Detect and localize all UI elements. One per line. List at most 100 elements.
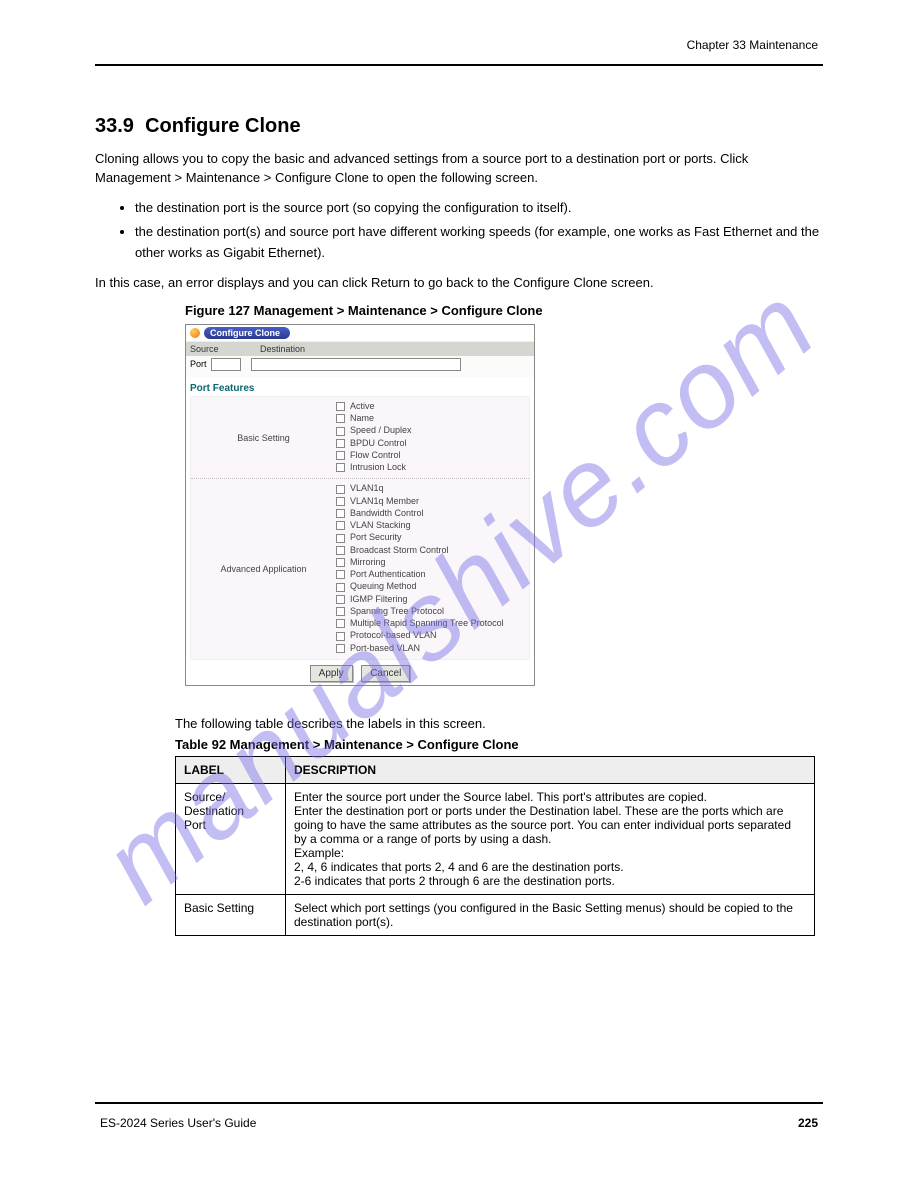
source-port-input[interactable] (211, 358, 241, 371)
port-features-heading: Port Features (186, 377, 534, 396)
checkbox-row: IGMP Filtering (336, 594, 529, 606)
checkbox-icon[interactable] (336, 485, 345, 494)
checkbox-icon[interactable] (336, 607, 345, 616)
checkbox-icon[interactable] (336, 534, 345, 543)
checkbox-row: Mirroring (336, 557, 529, 569)
orb-icon (190, 328, 200, 338)
checkbox-row: Protocol-based VLAN (336, 630, 529, 642)
checkbox-label: Intrusion Lock (350, 462, 406, 473)
checkbox-row: Multiple Rapid Spanning Tree Protocol (336, 618, 529, 630)
note-paragraph: In this case, an error displays and you … (95, 274, 823, 293)
checkbox-icon[interactable] (336, 570, 345, 579)
checkbox-row: Queuing Method (336, 581, 529, 593)
checkbox-row: Bandwidth Control (336, 508, 529, 520)
checkbox-label: Spanning Tree Protocol (350, 606, 444, 617)
td-label: Basic Setting (176, 894, 286, 935)
checkbox-icon[interactable] (336, 595, 345, 604)
checkbox-icon[interactable] (336, 546, 345, 555)
figure-title: Configure Clone (204, 327, 290, 339)
cancel-button[interactable]: Cancel (361, 665, 410, 682)
section-number: 33.9 (95, 115, 134, 137)
checkbox-label: Multiple Rapid Spanning Tree Protocol (350, 618, 504, 629)
td-description: Enter the source port under the Source l… (286, 783, 815, 894)
th-label: LABEL (176, 756, 286, 783)
checkbox-label: Port Authentication (350, 569, 426, 580)
checkbox-row: BPDU Control (336, 438, 529, 450)
section-title-text: Configure Clone (145, 115, 301, 137)
footer-rule (95, 1102, 823, 1104)
checkbox-row: Active (336, 401, 529, 413)
checkbox-label: Broadcast Storm Control (350, 545, 449, 556)
checkbox-row: Spanning Tree Protocol (336, 606, 529, 618)
feature-panel: Basic Setting Active Name Speed / Duplex… (190, 396, 530, 660)
checkbox-icon[interactable] (336, 583, 345, 592)
checkbox-label: VLAN1q (350, 483, 384, 494)
checkbox-label: Port Security (350, 532, 402, 543)
checkbox-icon[interactable] (336, 521, 345, 530)
checkbox-label: Port-based VLAN (350, 643, 420, 654)
checkbox-label: Active (350, 401, 375, 412)
checkbox-label: Queuing Method (350, 581, 417, 592)
destination-port-input[interactable] (251, 358, 461, 371)
advanced-application-row: Advanced Application VLAN1q VLAN1q Membe… (191, 479, 529, 659)
checkbox-label: BPDU Control (350, 438, 407, 449)
page-content: 33.9 Configure Clone Cloning allows you … (95, 90, 823, 936)
table-header-row: LABEL DESCRIPTION (176, 756, 815, 783)
basic-setting-row: Basic Setting Active Name Speed / Duplex… (191, 397, 529, 480)
footer-guide-name: ES-2024 Series User's Guide (100, 1116, 256, 1130)
description-table: LABEL DESCRIPTION Source/ Destination Po… (175, 756, 815, 936)
checkbox-label: IGMP Filtering (350, 594, 407, 605)
figure-titlebar: Configure Clone (186, 325, 534, 341)
port-label: Port (190, 359, 207, 369)
checkbox-row: Speed / Duplex (336, 425, 529, 437)
intro-paragraph: Cloning allows you to copy the basic and… (95, 150, 823, 188)
checkbox-row: Port Authentication (336, 569, 529, 581)
checkbox-label: VLAN Stacking (350, 520, 411, 531)
bullet-list: the destination port is the source port … (135, 198, 823, 264)
checkbox-icon[interactable] (336, 497, 345, 506)
checkbox-icon[interactable] (336, 463, 345, 472)
checkbox-label: Speed / Duplex (350, 425, 412, 436)
table-row: Source/ Destination Port Enter the sourc… (176, 783, 815, 894)
checkbox-row: Broadcast Storm Control (336, 545, 529, 557)
figure-caption: Figure 127 Management > Maintenance > Co… (185, 303, 823, 318)
td-label: Source/ Destination Port (176, 783, 286, 894)
checkbox-icon[interactable] (336, 427, 345, 436)
th-description: DESCRIPTION (286, 756, 815, 783)
checkbox-label: Bandwidth Control (350, 508, 424, 519)
header-rule (95, 64, 823, 66)
header-chapter: Chapter 33 Maintenance (687, 38, 818, 52)
checkbox-row: Flow Control (336, 450, 529, 462)
checkbox-label: Flow Control (350, 450, 401, 461)
checkbox-icon[interactable] (336, 632, 345, 641)
checkbox-label: Mirroring (350, 557, 386, 568)
advanced-application-label: Advanced Application (191, 479, 336, 659)
checkbox-icon[interactable] (336, 619, 345, 628)
checkbox-row: Name (336, 413, 529, 425)
table-intro: The following table describes the labels… (175, 716, 823, 731)
checkbox-label: Protocol-based VLAN (350, 630, 437, 641)
checkbox-icon[interactable] (336, 509, 345, 518)
table-row: Basic Setting Select which port settings… (176, 894, 815, 935)
checkbox-icon[interactable] (336, 558, 345, 567)
footer-page-number: 225 (798, 1116, 818, 1130)
basic-checkbox-column: Active Name Speed / Duplex BPDU Control … (336, 397, 529, 479)
figure-button-row: Apply Cancel (186, 660, 534, 685)
checkbox-label: Name (350, 413, 374, 424)
checkbox-icon[interactable] (336, 439, 345, 448)
checkbox-row: VLAN Stacking (336, 520, 529, 532)
checkbox-row: Port Security (336, 532, 529, 544)
checkbox-icon[interactable] (336, 414, 345, 423)
checkbox-icon[interactable] (336, 402, 345, 411)
checkbox-icon[interactable] (336, 451, 345, 460)
checkbox-icon[interactable] (336, 644, 345, 653)
list-item: the destination port is the source port … (135, 198, 823, 219)
figure-configure-clone: Configure Clone Source Destination Port … (185, 324, 535, 686)
checkbox-row: Port-based VLAN (336, 643, 529, 655)
advanced-checkbox-column: VLAN1q VLAN1q Member Bandwidth Control V… (336, 479, 529, 659)
apply-button[interactable]: Apply (310, 665, 353, 682)
checkbox-row: VLAN1q (336, 483, 529, 495)
checkbox-label: VLAN1q Member (350, 496, 419, 507)
table-caption: Table 92 Management > Maintenance > Conf… (175, 737, 823, 752)
td-description: Select which port settings (you configur… (286, 894, 815, 935)
